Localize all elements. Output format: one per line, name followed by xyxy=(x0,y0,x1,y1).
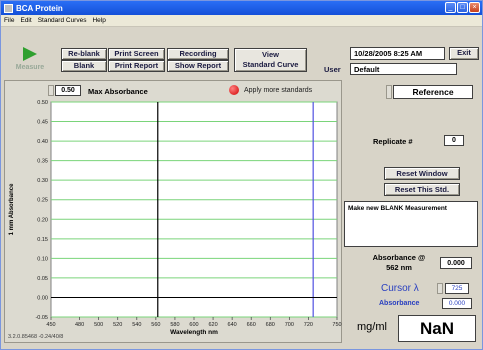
y-tick-label: 0.25 xyxy=(37,198,48,204)
x-tick-label: 700 xyxy=(285,322,294,328)
x-tick-label: 640 xyxy=(228,322,237,328)
y-tick-label: 0.35 xyxy=(37,159,48,165)
cursor-absorbance-value: 0.000 xyxy=(442,298,472,309)
x-tick-label: 560 xyxy=(151,322,160,328)
y-tick-label: 0.45 xyxy=(37,120,48,126)
app-window: BCA Protein _ □ × File Edit Standard Cur… xyxy=(0,0,483,350)
y-tick-label: 0.50 xyxy=(37,100,48,106)
x-tick-label: 520 xyxy=(113,322,122,328)
x-tick-label: 450 xyxy=(46,322,55,328)
unit-label: mg/ml xyxy=(357,321,387,333)
reset-window-button[interactable]: Reset Window xyxy=(384,167,460,180)
x-tick-label: 750 xyxy=(332,322,341,328)
replicate-label: Replicate # xyxy=(373,137,413,146)
result-value: NaN xyxy=(398,315,476,342)
y-tick-label: 0.05 xyxy=(37,276,48,282)
replicate-field[interactable]: 0 xyxy=(444,135,464,146)
x-tick-label: 580 xyxy=(170,322,179,328)
x-tick-label: 620 xyxy=(208,322,217,328)
cursor-label: Cursor λ xyxy=(381,283,419,294)
message-box: Make new BLANK Measurement xyxy=(344,201,478,247)
x-tick-label: 600 xyxy=(189,322,198,328)
y-tick-label: -0.05 xyxy=(35,315,48,321)
y-tick-label: 0.30 xyxy=(37,178,48,184)
cursor-absorbance-label: Absorbance xyxy=(379,300,420,307)
cursor-spinner[interactable] xyxy=(437,283,443,294)
absorbance-at-line1: Absorbance @ xyxy=(372,253,426,262)
x-tick-label: 500 xyxy=(94,322,103,328)
absorbance-at-line2: 562 nm xyxy=(386,263,412,272)
x-tick-label: 680 xyxy=(266,322,275,328)
y-tick-label: 0.15 xyxy=(37,237,48,243)
reference-spinner[interactable] xyxy=(386,85,392,99)
x-tick-label: 660 xyxy=(247,322,256,328)
cursor-wavelength-field[interactable]: 725 xyxy=(445,283,469,294)
y-tick-label: 0.40 xyxy=(37,139,48,145)
plot-area xyxy=(50,101,338,318)
absorbance-value: 0.000 xyxy=(440,257,472,269)
reset-std-button[interactable]: Reset This Std. xyxy=(384,183,460,196)
y-axis-label: 1 mm Absorbance xyxy=(9,183,15,235)
x-axis-label: Wavelength nm xyxy=(170,329,218,336)
y-tick-label: 0.10 xyxy=(37,256,48,262)
reference-field[interactable]: Reference xyxy=(393,85,473,99)
x-tick-label: 480 xyxy=(75,322,84,328)
y-tick-label: 0.00 xyxy=(37,295,48,301)
absorbance-at-label: Absorbance @ 562 nm xyxy=(363,253,435,273)
x-tick-label: 720 xyxy=(304,322,313,328)
x-tick-label: 540 xyxy=(132,322,141,328)
y-tick-label: 0.20 xyxy=(37,217,48,223)
version-text: 3.2.0.85468 -0.24/40/8 xyxy=(8,334,64,340)
